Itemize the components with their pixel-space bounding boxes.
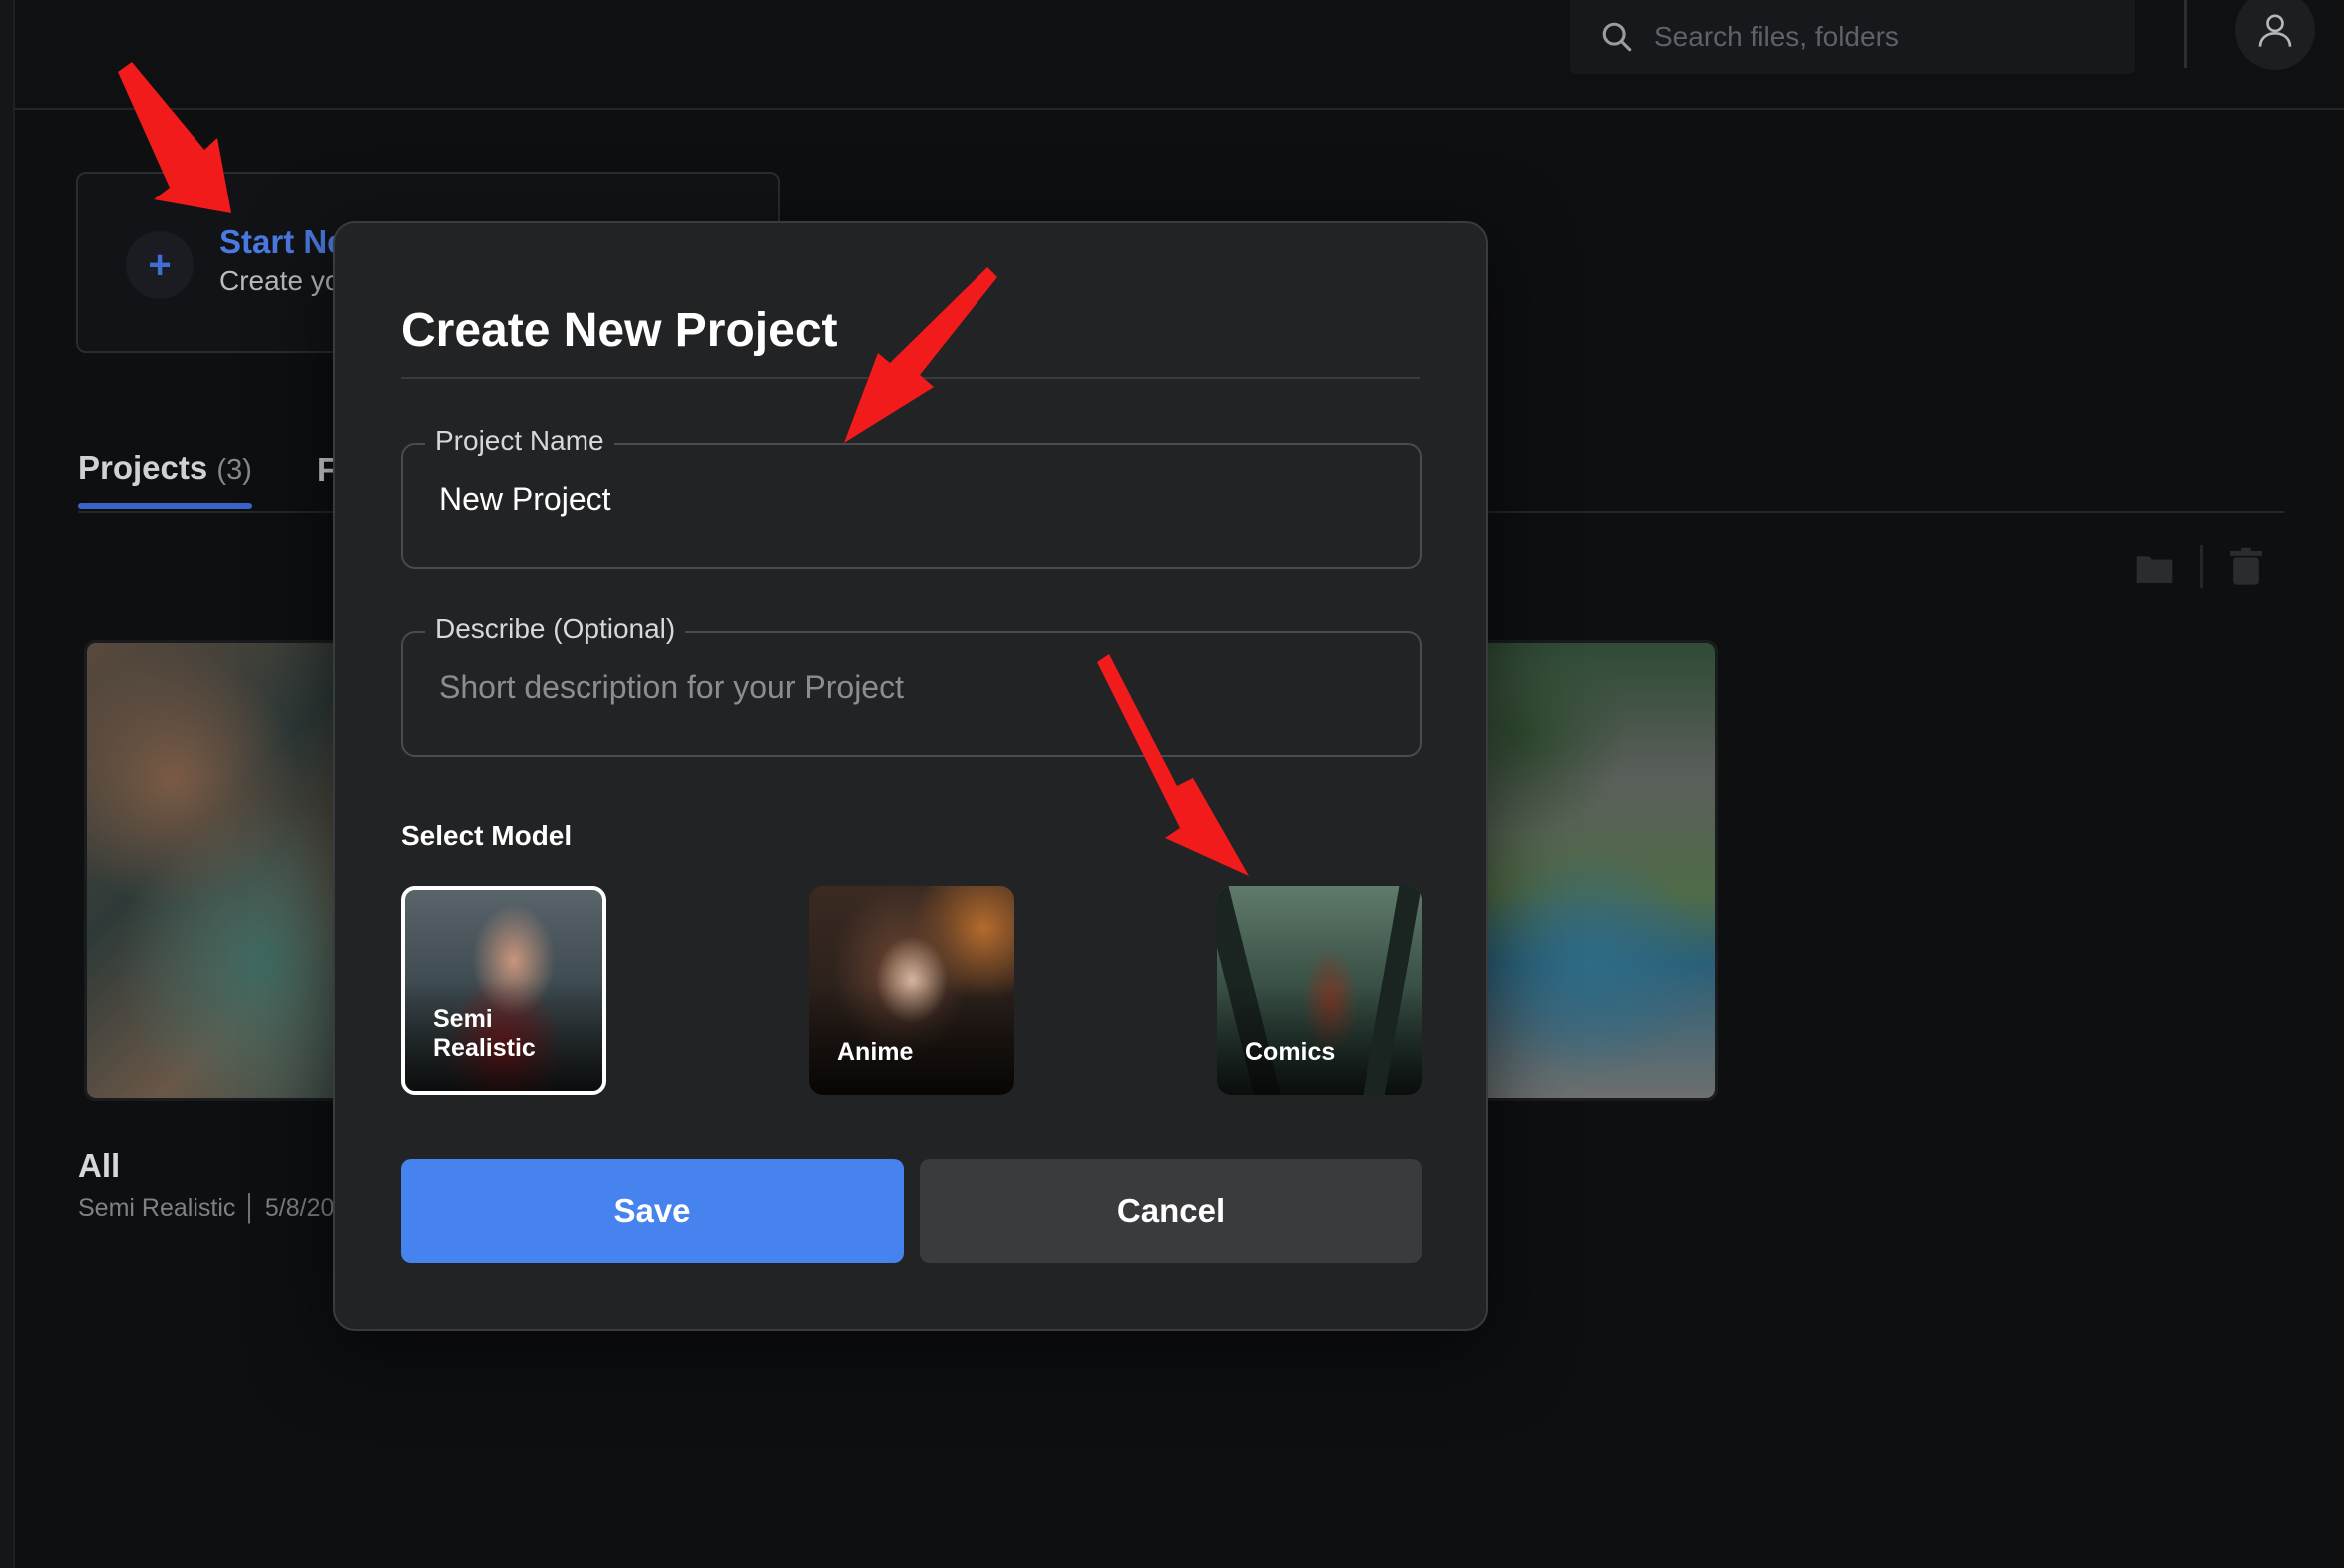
modal-title: Create New Project <box>401 304 838 357</box>
plus-icon: + <box>126 231 194 299</box>
model-label: Semi Realistic <box>433 1005 536 1062</box>
description-input[interactable] <box>439 669 1376 706</box>
project-card-meta: Semi Realistic │ 5/8/20 <box>78 1194 335 1222</box>
model-label: Anime <box>837 1038 914 1066</box>
description-label: Describe (Optional) <box>425 613 686 645</box>
description-field: Describe (Optional) <box>401 613 1422 757</box>
tab-projects[interactable]: Projects (3) <box>78 449 252 487</box>
project-card-title: All <box>78 1147 121 1184</box>
toolbar-divider <box>2200 545 2203 588</box>
modal-divider <box>401 377 1420 379</box>
folder-icon[interactable] <box>2135 551 2174 585</box>
cancel-button[interactable]: Cancel <box>920 1159 1422 1263</box>
trash-icon[interactable] <box>2230 547 2262 587</box>
model-option-comics[interactable]: Comics <box>1217 886 1422 1095</box>
save-button[interactable]: Save <box>401 1159 904 1263</box>
left-rail <box>0 0 15 1568</box>
active-tab-indicator <box>78 503 252 509</box>
start-card-title: Start Ne <box>219 223 346 260</box>
user-icon <box>2258 14 2292 47</box>
tab-projects-label: Projects <box>78 449 208 486</box>
search-box[interactable] <box>1570 0 2135 74</box>
project-name-field: Project Name <box>401 425 1422 569</box>
model-option-semi-realistic[interactable]: Semi Realistic <box>401 886 606 1095</box>
search-icon <box>1602 22 1632 52</box>
create-project-modal: Create New Project Project Name Describe… <box>333 221 1488 1331</box>
search-input[interactable] <box>1652 20 2095 54</box>
project-name-label: Project Name <box>425 425 614 457</box>
start-card-subtitle: Create yo <box>219 265 341 296</box>
header-divider <box>2184 0 2187 68</box>
tab-projects-count: (3) <box>216 454 252 486</box>
project-name-input[interactable] <box>439 481 1376 518</box>
select-model-label: Select Model <box>401 820 573 851</box>
model-option-anime[interactable]: Anime <box>809 886 1014 1095</box>
model-label: Comics <box>1245 1038 1336 1066</box>
